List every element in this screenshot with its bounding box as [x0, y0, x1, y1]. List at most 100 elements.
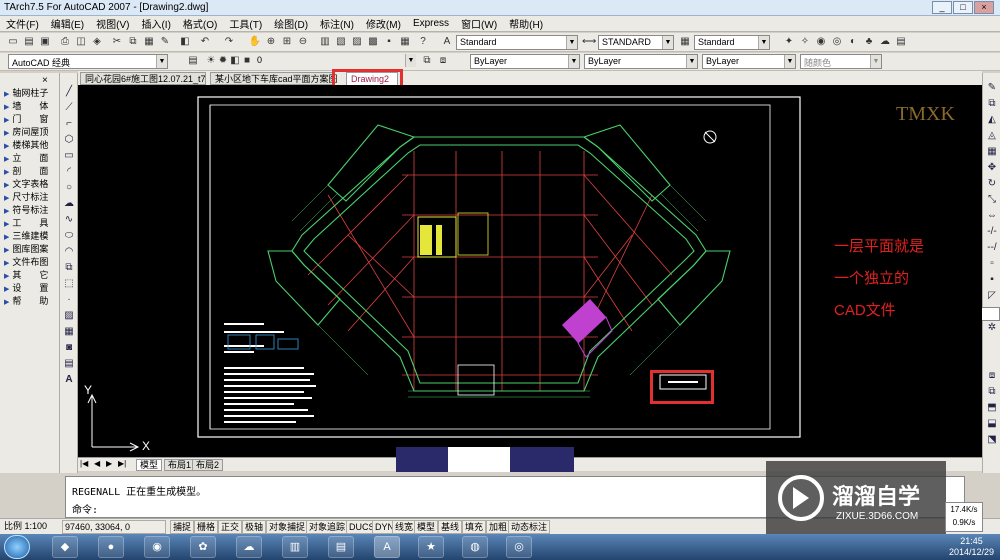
minimize-button[interactable]: _ — [932, 1, 952, 14]
scene-icon[interactable]: ◎ — [830, 35, 844, 49]
landscape-icon[interactable]: ♣ — [862, 35, 876, 49]
mirror-icon[interactable]: ◭ — [985, 113, 999, 127]
material-icon[interactable]: ◉ — [814, 35, 828, 49]
calculator-icon[interactable]: ▦ — [398, 35, 412, 49]
construction-line-icon[interactable]: ⟋ — [62, 101, 76, 115]
toggle-otrack[interactable]: 对象追踪 — [306, 520, 349, 534]
sidebar-item-doors[interactable]: ▶ 门 窗 — [4, 112, 60, 124]
menu-draw[interactable]: 绘图(D) — [268, 16, 314, 31]
join-icon[interactable]: ▪ — [985, 273, 999, 287]
undo-icon[interactable]: ↶ — [198, 35, 212, 49]
taskbar-app-4-icon[interactable]: ✿ — [190, 536, 216, 558]
panel-close-icon[interactable]: × — [42, 75, 48, 86]
make-current-layer-icon[interactable]: ⧉ — [420, 54, 434, 68]
render-icon[interactable]: ✧ — [798, 35, 812, 49]
order-above-icon[interactable]: ⬒ — [985, 401, 999, 415]
spline-icon[interactable]: ∿ — [62, 213, 76, 227]
order-under-icon[interactable]: ⬓ — [985, 417, 999, 431]
tab-model[interactable]: 模型 — [136, 459, 163, 471]
circle-icon[interactable]: ○ — [62, 181, 76, 195]
zoom-realtime-icon[interactable]: ⊕ — [264, 35, 278, 49]
sidebar-item-layout[interactable]: ▶ 文件布图 — [4, 255, 60, 267]
polygon-icon[interactable]: ⬡ — [62, 133, 76, 147]
start-button[interactable] — [4, 535, 30, 559]
toggle-dynamic-dim[interactable]: 动态标注 — [508, 520, 551, 534]
region-icon[interactable]: ◙ — [62, 341, 76, 355]
layer-manager-icon[interactable]: ▤ — [186, 54, 200, 68]
statistics-icon[interactable]: ▤ — [894, 35, 908, 49]
text-style-select[interactable]: Standard ▼ — [456, 35, 578, 50]
insert-block-icon[interactable]: ⧉ — [62, 261, 76, 275]
menu-insert[interactable]: 插入(I) — [135, 16, 176, 31]
sidebar-item-symbol[interactable]: ▶ 符号标注 — [4, 203, 60, 215]
markup-icon[interactable]: ▪ — [382, 35, 396, 49]
tab-nav-prev-icon[interactable]: ◀ — [94, 459, 100, 468]
taskbar-qq-icon[interactable]: ● — [98, 536, 124, 558]
break-icon[interactable]: ▫ — [985, 257, 999, 271]
taskbar-app-9-icon[interactable]: ★ — [418, 536, 444, 558]
sidebar-item-settings[interactable]: ▶ 设 置 — [4, 281, 60, 293]
move-icon[interactable]: ✥ — [985, 161, 999, 175]
sidebar-item-other[interactable]: ▶ 其 它 — [4, 268, 60, 280]
erase-icon[interactable]: ✎ — [985, 81, 999, 95]
menu-tools[interactable]: 工具(T) — [223, 16, 268, 31]
toggle-lineweight[interactable]: 线宽 — [392, 520, 417, 534]
taskbar-app-11-icon[interactable]: ◎ — [506, 536, 532, 558]
menu-modify[interactable]: 修改(M) — [360, 16, 407, 31]
sidebar-item-elevation[interactable]: ▶ 立 面 — [4, 151, 60, 163]
explode-icon[interactable]: ✲ — [985, 321, 999, 335]
toggle-fill[interactable]: 填充 — [462, 520, 487, 534]
chamfer-icon[interactable]: ◸ — [985, 289, 999, 303]
ellipse-arc-icon[interactable]: ◠ — [62, 245, 76, 259]
system-clock[interactable]: 21:45 2014/12/29 — [949, 536, 994, 558]
array-icon[interactable]: ▦ — [985, 145, 999, 159]
taskbar-folder-icon[interactable]: ▤ — [328, 536, 354, 558]
taskbar-app-6-icon[interactable]: ▥ — [282, 536, 308, 558]
menu-edit[interactable]: 编辑(E) — [45, 16, 90, 31]
rectangle-icon[interactable]: ▭ — [62, 149, 76, 163]
block-editor-icon[interactable]: ◧ — [178, 35, 192, 49]
toggle-baseline[interactable]: 基线 — [438, 520, 463, 534]
layer-previous-icon[interactable]: ⧈ — [436, 54, 450, 68]
plotstyle-select[interactable]: 随颜色 ▼ — [800, 54, 882, 69]
sidebar-item-stairs[interactable]: ▶ 楼梯其他 — [4, 138, 60, 150]
dim-style-select[interactable]: STANDARD ▼ — [598, 35, 674, 50]
menu-express[interactable]: Express — [407, 18, 455, 29]
scale-icon[interactable]: ⤡ — [985, 193, 999, 207]
point-icon[interactable]: · — [62, 293, 76, 307]
sidebar-item-wall[interactable]: ▶ 墙 体 — [4, 99, 60, 111]
toggle-grid[interactable]: 栅格 — [194, 520, 219, 534]
toggle-snap[interactable]: 捕捉 — [170, 520, 195, 534]
text-front-icon[interactable]: ⬔ — [985, 433, 999, 447]
lineweight-select[interactable]: ByLayer ▼ — [702, 54, 796, 69]
make-block-icon[interactable]: ⬚ — [62, 277, 76, 291]
sidebar-item-text-table[interactable]: ▶ 文字表格 — [4, 177, 60, 189]
layer-select[interactable]: 0 ▼ — [254, 54, 416, 69]
sidebar-item-tools[interactable]: ▶ 工 具 — [4, 216, 60, 228]
close-button[interactable]: × — [974, 1, 994, 14]
match-properties-icon[interactable]: ✎ — [158, 35, 172, 49]
trim-icon[interactable]: -/- — [985, 225, 999, 239]
tool-palettes-icon[interactable]: ▨ — [350, 35, 364, 49]
command-prompt[interactable]: 命令: — [72, 501, 98, 516]
arc-icon[interactable]: ◜ — [62, 165, 76, 179]
sidebar-item-axis[interactable]: ▶ 轴网柱子 — [4, 86, 60, 98]
menu-view[interactable]: 视图(V) — [90, 16, 135, 31]
copy-icon[interactable]: ⧉ — [126, 35, 140, 49]
polyline-icon[interactable]: ⌐ — [62, 117, 76, 131]
zoom-previous-icon[interactable]: ⊖ — [296, 35, 310, 49]
toggle-bold[interactable]: 加粗 — [486, 520, 511, 534]
fog-icon[interactable]: ☁ — [878, 35, 892, 49]
tab-nav-next-icon[interactable]: ▶ — [106, 459, 112, 468]
new-file-icon[interactable]: ▭ — [6, 35, 20, 49]
tab-nav-last-icon[interactable]: ▶| — [118, 459, 126, 468]
sidebar-item-help[interactable]: ▶ 帮 助 — [4, 294, 60, 306]
tab-layout1[interactable]: 布局1 — [164, 459, 196, 471]
order-back-icon[interactable]: ⧉ — [985, 385, 999, 399]
rotate-icon[interactable]: ↻ — [985, 177, 999, 191]
cut-icon[interactable]: ✂ — [110, 35, 124, 49]
taskbar-app-10-icon[interactable]: ◍ — [462, 536, 488, 558]
print-icon[interactable]: ⎙ — [58, 35, 72, 49]
open-file-icon[interactable]: ▤ — [22, 35, 36, 49]
publish-icon[interactable]: ◈ — [90, 35, 104, 49]
